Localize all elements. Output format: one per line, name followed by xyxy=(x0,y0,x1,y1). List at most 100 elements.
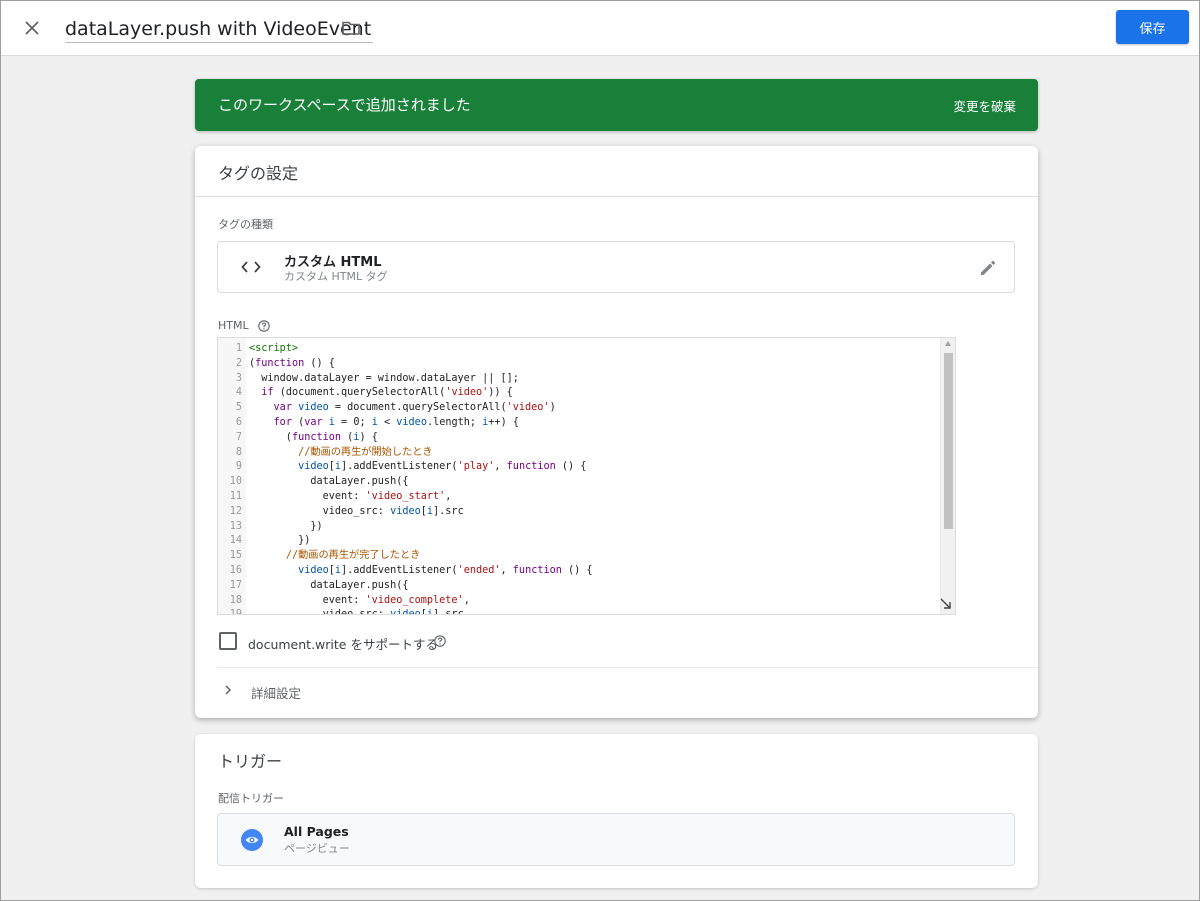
code-token: dataLayer.push({ xyxy=(249,476,409,488)
line-number: 13 xyxy=(229,520,242,532)
code-token: for xyxy=(273,416,292,428)
pencil-icon[interactable] xyxy=(978,258,998,278)
close-button[interactable] xyxy=(21,17,43,39)
line-number: 15 xyxy=(229,550,242,562)
code-text: video_src: video[i].src xyxy=(249,608,464,615)
line-number: 1 xyxy=(235,343,242,354)
code-token: event: xyxy=(249,594,366,606)
line-number: 19 xyxy=(229,609,242,615)
code-token: 'ended' xyxy=(457,564,501,576)
line-number: 9 xyxy=(235,461,242,473)
discard-changes-button[interactable]: 変更を破棄 xyxy=(953,96,1016,115)
code-token: video xyxy=(390,505,421,517)
code-text: event: 'video_complete', xyxy=(249,594,470,609)
trigger-item-all-pages[interactable]: All Pages ページビュー xyxy=(217,813,1015,866)
code-token: = 0; xyxy=(334,416,372,428)
eye-icon xyxy=(241,829,263,851)
code-token: .length; xyxy=(426,416,483,428)
code-token: (document.querySelectorAll( xyxy=(273,387,446,399)
code-text: (function () { xyxy=(249,357,335,372)
document-write-label: document.write をサポートする xyxy=(248,637,438,652)
code-token: 'video_complete' xyxy=(365,594,464,606)
code-token: , xyxy=(494,461,507,473)
code-line: 18 event: 'video_complete', xyxy=(218,594,940,609)
line-number: 11 xyxy=(229,490,242,502)
code-token: )) { xyxy=(488,387,513,399)
code-text: //動画の再生が完了したとき xyxy=(249,549,421,564)
trigger-title: トリガー xyxy=(218,752,283,771)
code-token: <script> xyxy=(249,343,299,354)
tag-type-description: カスタム HTML タグ xyxy=(284,270,388,283)
tag-config-title: タグの設定 xyxy=(218,164,299,183)
code-token: //動画の再生が開始したとき xyxy=(298,446,433,458)
code-text: dataLayer.push({ xyxy=(249,579,408,594)
code-token: }) xyxy=(249,520,323,532)
banner-message: このワークスペースで追加されました xyxy=(218,96,471,114)
code-token: 'video' xyxy=(506,402,550,414)
advanced-settings-label: 詳細設定 xyxy=(251,686,302,701)
code-text: var video = document.querySelectorAll('v… xyxy=(249,401,556,416)
code-text: (function (i) { xyxy=(249,431,378,446)
code-token: video xyxy=(298,564,329,576)
line-number: 12 xyxy=(229,505,242,517)
tag-name-field[interactable]: dataLayer.push with VideoEvent xyxy=(65,15,374,43)
html-code-editor[interactable]: 1 <script> 2 (function () {3 window.dataLay… xyxy=(217,337,956,615)
tag-type-selector[interactable]: カスタム HTML カスタム HTML タグ xyxy=(217,241,1015,293)
code-token: event: xyxy=(249,490,366,502)
line-number: 14 xyxy=(229,535,242,547)
code-token: () { xyxy=(561,564,593,576)
code-line: 8 //動画の再生が開始したとき xyxy=(218,446,940,461)
tag-name: dataLayer.push with VideoEvent xyxy=(65,18,372,40)
scroll-up-arrow[interactable] xyxy=(945,341,951,346)
code-line: 15 //動画の再生が完了したとき xyxy=(218,549,940,564)
line-number: 4 xyxy=(235,387,242,399)
help-icon[interactable] xyxy=(258,320,270,332)
code-text: for (var i = 0; i < video.length; i++) { xyxy=(249,416,519,431)
resize-grip-icon[interactable] xyxy=(939,597,953,611)
code-token: video_src: xyxy=(249,609,391,615)
code-token: () { xyxy=(304,357,335,369)
document-write-checkbox[interactable] xyxy=(219,632,237,650)
code-text: }) xyxy=(249,520,323,535)
html-label-row: HTML xyxy=(218,319,270,332)
code-token: , xyxy=(463,594,470,606)
code-lines: 1 <script> 2 (function () {3 window.dataLay… xyxy=(218,342,940,615)
code-line: 1 <script> xyxy=(218,342,940,357)
save-button[interactable]: 保存 xyxy=(1116,10,1189,44)
tag-type-label: タグの種類 xyxy=(218,218,273,231)
code-token: , xyxy=(445,490,452,502)
code-text: video[i].addEventListener('ended', funct… xyxy=(249,564,593,579)
code-text: window.dataLayer = window.dataLayer || [… xyxy=(249,372,519,387)
help-icon[interactable] xyxy=(434,635,446,647)
line-number: 18 xyxy=(229,594,242,606)
code-text: dataLayer.push({ xyxy=(249,475,408,490)
code-token: function xyxy=(255,357,305,369)
workspace-banner: このワークスペースで追加されました 変更を破棄 xyxy=(195,79,1038,131)
code-line: 5 var video = document.querySelectorAll(… xyxy=(218,401,940,416)
code-text: if (document.querySelectorAll('video')) … xyxy=(249,386,513,401)
code-line: 4 if (document.querySelectorAll('video')… xyxy=(218,386,940,401)
code-token: = document.querySelectorAll( xyxy=(328,402,507,414)
code-token: ].src xyxy=(433,609,464,615)
line-number: 6 xyxy=(235,416,242,428)
code-token: 'play' xyxy=(457,461,495,473)
code-line: 3 window.dataLayer = window.dataLayer ||… xyxy=(218,372,940,387)
scroll-thumb[interactable] xyxy=(944,353,953,529)
code-line: 2 (function () { xyxy=(218,357,940,372)
editor-scrollbar[interactable] xyxy=(940,338,955,614)
chevron-right-icon xyxy=(225,685,232,695)
code-token: dataLayer.push({ xyxy=(249,579,409,591)
code-token: var xyxy=(304,416,323,428)
code-icon xyxy=(241,261,261,273)
code-token: video_src: xyxy=(249,505,391,517)
code-token: var xyxy=(273,402,292,414)
code-line: 17 dataLayer.push({ xyxy=(218,579,940,594)
folder-icon[interactable] xyxy=(341,18,361,38)
code-text: }) xyxy=(249,534,310,549)
code-token: () { xyxy=(555,461,587,473)
